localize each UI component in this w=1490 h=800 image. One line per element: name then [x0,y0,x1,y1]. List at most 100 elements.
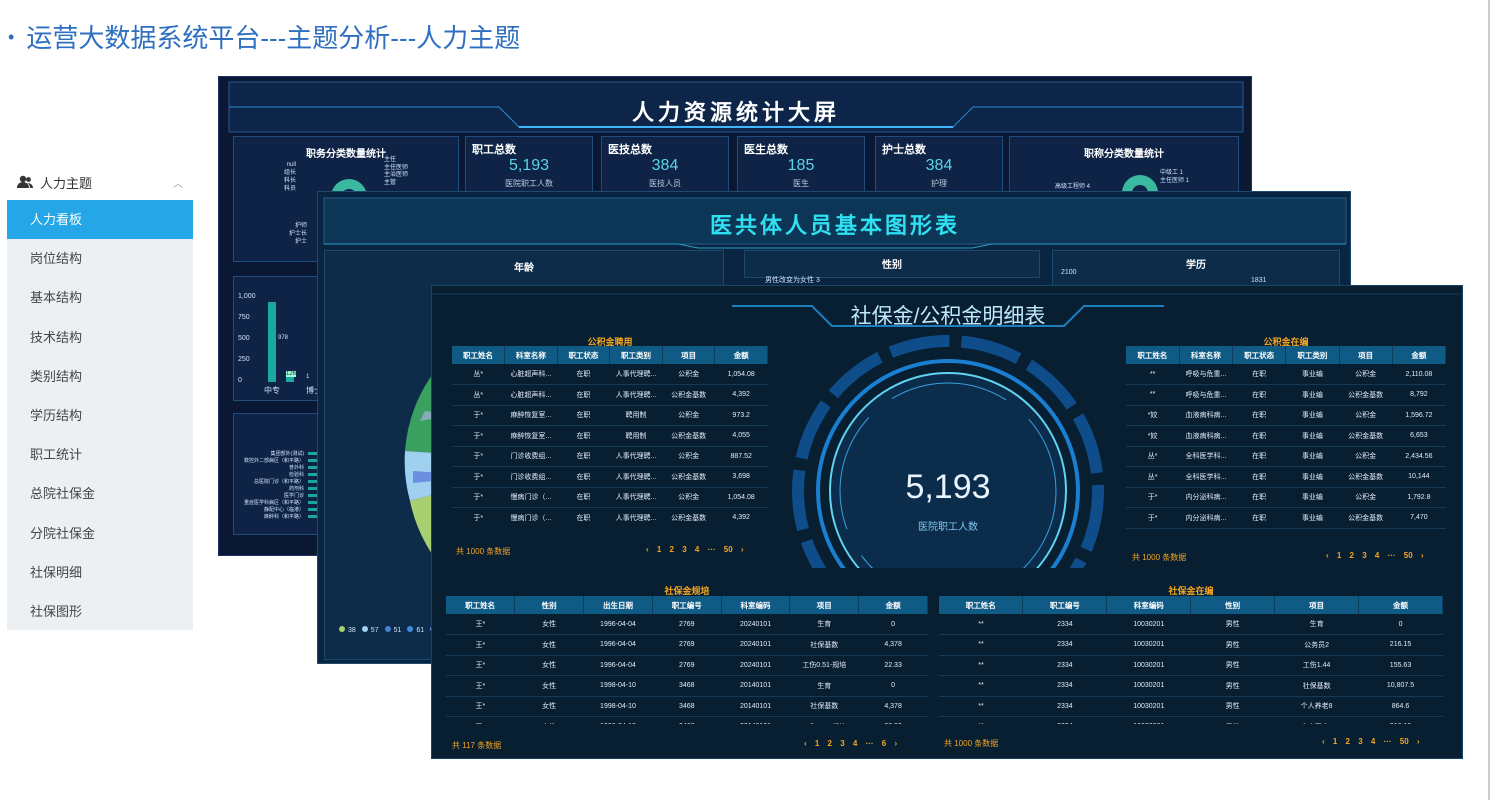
table-row[interactable]: ** 2334 10030201 男性 社保基数 10,807.5 [939,675,1443,697]
table-cell: 公积金 [1339,405,1393,426]
column-header: 性别 [514,596,585,614]
sidebar-item[interactable]: 社保明细 [7,553,193,592]
table-row[interactable]: 王* 女性 1998-04-10 3468 20140101 生育 0 [446,675,928,697]
sb-plan-total: 共 117 条数据 [452,741,502,750]
table-cell: 呼吸与危重... [1179,384,1233,406]
table-row[interactable]: 于* 慢病门诊（... 在职 人事代理聘... 公积金基数 4,392 [452,507,768,526]
table-row[interactable]: 丛* 全科医学科... 在职 事业编 公积金基数 10,144 [1126,466,1446,488]
table-cell: 生育 [1274,614,1359,635]
sidebar-menu: 人力看板 岗位结构 基本结构 技术结构 类别结构 学历结构 职工统计 总院社保金 分院社保金 社保… [7,200,193,630]
column-header: 职工姓名 [1126,346,1180,364]
sidebar-item[interactable]: 分院社保金 [7,514,193,553]
gjj-hire-pager[interactable]: ‹ 1 2 3 4 ··· 50 › [646,545,744,554]
table-row[interactable]: 王* 女性 1996-04-04 2769 20240101 工伤0.51-规培 22.33 [446,655,928,676]
table-row[interactable]: 丛* 心脏超声科... 在职 人事代理聘... 公积金 1,054.08 [452,364,768,385]
table-cell: 公积金基数 [1339,466,1393,488]
dept-label: 静配中心（临港） [263,507,304,513]
table-cell: 于* [1126,487,1180,508]
table-cell: 10,807.5 [1358,675,1443,697]
chart-label: 科员 [284,186,297,192]
table-row[interactable]: 于* 内分泌科病... 在职 事业编 公积金 1,792.8 [1126,487,1446,508]
screen1-title: 人力资源统计大屏 [631,100,840,125]
table-cell: 社保基数 [789,634,859,656]
sidebar-item[interactable]: 学历结构 [7,396,193,435]
table-cell: 22.33 [858,716,928,724]
gauge-value: 5,193 [905,468,991,506]
chevron-up-icon[interactable]: ︿ [173,175,183,190]
table-row[interactable]: ** 呼吸与危重... 在职 事业编 公积金 2,110.08 [1126,364,1446,385]
table-row[interactable]: *姣 血液病科病... 在职 事业编 公积金 1,596.72 [1126,405,1446,426]
duty-labels-left: null 组长 科长 科员 [284,161,296,193]
kpi-value: 185 [787,157,815,174]
column-header: 职工状态 [557,346,611,364]
table-cell: 4,392 [714,384,768,406]
bullet-dot: • [8,27,15,47]
table-cell: 生育 [789,675,859,697]
table-row[interactable]: 王* 女性 1996-04-04 2769 20240101 社保基数 4,378 [446,634,928,656]
table-row[interactable]: 王* 女性 1996-04-04 2769 20240101 生育 0 [446,614,928,635]
table-cell: 公积金基数 [1339,507,1393,529]
table-cell: 社保基数 [789,696,859,717]
table-cell: 人事代理聘... [609,487,663,508]
table-row[interactable]: 于* 门诊收费组... 在职 人事代理聘... 公积金 887.52 [452,446,768,467]
table-cell: 呼吸与危重... [1179,364,1233,385]
duty-panel-title: 职务分类数量统计 [306,149,386,160]
table-cell: 3468 [652,675,722,697]
table-row[interactable]: 于* 门诊收费组... 在职 人事代理聘... 公积金基数 3,698 [452,466,768,488]
sidebar-item[interactable]: 总院社保金 [7,474,193,513]
table-header-row: 职工姓名 职工编号 科室编码 性别 项目 金额 [939,596,1443,614]
gender-panel: 性别 男性改变为女性 3 [744,250,1040,284]
table-row[interactable]: ** 呼吸与危重... 在职 事业编 公积金基数 8,792 [1126,384,1446,406]
column-header: 职工编号 [1022,596,1108,614]
table-row[interactable]: 于* 慢病门诊（... 在职 人事代理聘... 公积金 1,054.08 [452,487,768,508]
table-row[interactable]: ** 2334 10030201 男性 工伤1.44 155.63 [939,655,1443,676]
table-row[interactable]: **233410030201男性个人医疗2216.15 [939,716,1443,724]
table-cell: 2769 [652,655,722,676]
table-cell: 0 [858,614,928,635]
table-row[interactable]: *姣 血液病科病... 在职 事业编 公积金基数 6,653 [1126,425,1446,447]
table-row[interactable]: 于* 麻醉恢复室... 在职 聘用制 公积金基数 4,055 [452,425,768,447]
sidebar-item[interactable]: 基本结构 [7,278,193,317]
table-cell: 1,054.08 [714,487,768,508]
table-cell: 全科医学科... [1179,466,1233,488]
users-icon [17,175,33,188]
column-header: 金额 [1392,346,1446,364]
sidebar-item[interactable]: 职工统计 [7,435,193,474]
table-cell: *姣 [1126,405,1180,426]
table-row[interactable]: 于* 麻醉恢复室... 在职 聘用制 公积金 973.2 [452,405,768,426]
table-cell: 女性 [514,614,584,635]
sidebar-item[interactable]: 类别结构 [7,357,193,396]
table-row[interactable]: 王* 女性 1998-04-10 3468 20140101 社保基数 4,378 [446,696,928,717]
table-cell: 血液病科病... [1179,425,1233,447]
dept-label: 数控外二部病区（和平路） [243,458,304,464]
gjj-staff-pager[interactable]: ‹ 1 2 3 4 ··· 50 › [1326,551,1424,560]
table-row[interactable]: ** 2334 10030201 男性 公务员2 216.15 [939,634,1443,656]
table-cell: 3468 [652,716,722,724]
sidebar-item[interactable]: 岗位结构 [7,239,193,278]
sidebar-group-header[interactable]: 人力主题 ︿ [7,164,193,200]
sidebar-item[interactable]: 人力看板 [7,200,193,240]
table-cell: 20140101 [721,716,790,724]
table-cell: 4,392 [714,507,768,526]
sidebar-item[interactable]: 社保图形 [7,592,193,631]
table-cell: 在职 [1232,507,1286,529]
sb-staff-pager[interactable]: ‹ 1 2 3 4 ··· 50 › [1322,737,1420,746]
table-cell: 女性 [514,716,584,724]
table-row[interactable]: ** 2334 10030201 男性 个人养老8 864.6 [939,696,1443,717]
column-header: 科室编码 [1106,596,1192,614]
social-security-screen[interactable]: 社保金/公积金明细表 5,193 医院职工人数 公积金聘用 职工姓名 科室名称 职工… [431,285,1463,759]
table-row[interactable]: ** 2334 10030201 男性 生育 0 [939,614,1443,635]
table-cell: 973.2 [714,405,768,426]
table-cell: 王* [446,614,515,635]
column-header: 职工编号 [652,596,722,614]
table-row[interactable]: 王*女性1998-04-10346820140101工伤0.51-规培22.33 [446,716,928,724]
sb-plan-pager[interactable]: ‹ 1 2 3 4 ··· 6 › [804,739,897,748]
table-cell: 4,378 [858,634,928,656]
table-cell: 4,055 [714,425,768,447]
kpi-caption: 医技人员 [649,179,681,188]
table-row[interactable]: 丛* 全科医学科... 在职 事业编 公积金 2,434.56 [1126,446,1446,467]
table-row[interactable]: 丛* 心脏超声科... 在职 人事代理聘... 公积金基数 4,392 [452,384,768,406]
table-row[interactable]: 于* 内分泌科病... 在职 事业编 公积金基数 7,470 [1126,507,1446,529]
sidebar-item[interactable]: 技术结构 [7,318,193,357]
dept-label: 总医院门诊（和平路） [253,479,304,485]
